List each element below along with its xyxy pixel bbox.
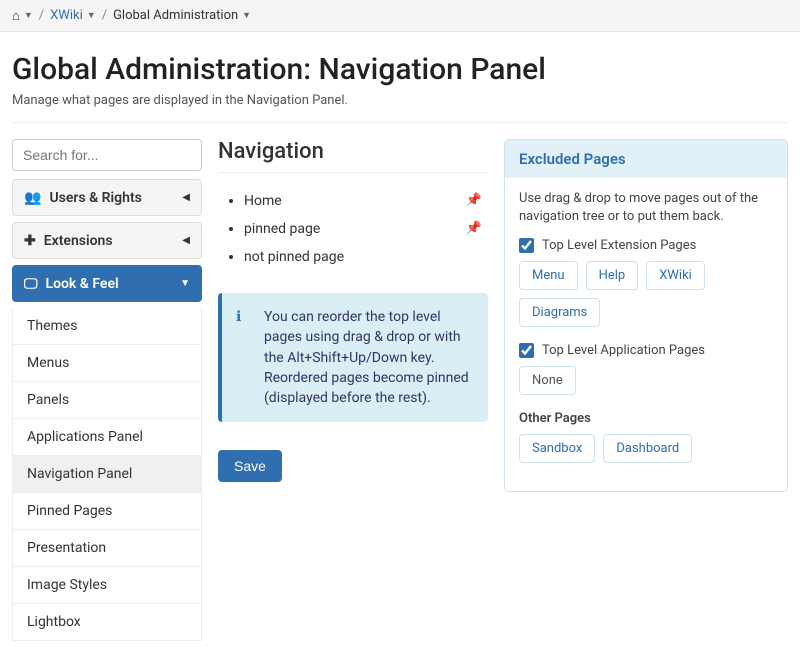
chip-dashboard[interactable]: Dashboard <box>603 434 692 463</box>
sub-menus[interactable]: Menus <box>13 345 201 382</box>
info-text: You can reorder the top level pages usin… <box>264 309 469 406</box>
checkbox-top-extension[interactable] <box>519 238 534 253</box>
chevron-left-icon: ◀ <box>182 192 190 203</box>
nav-item-label: not pinned page <box>244 249 344 265</box>
nav-item-label: pinned page <box>244 221 320 237</box>
chip-diagrams[interactable]: Diagrams <box>519 298 600 327</box>
check-top-application[interactable]: Top Level Application Pages <box>519 343 773 358</box>
pin-icon: 📌 <box>466 193 482 208</box>
menu-users-rights[interactable]: 👥 Users & Rights ◀ <box>12 179 202 216</box>
chevron-down-icon: ▼ <box>242 10 251 21</box>
breadcrumb-xwiki-link[interactable]: XWiki <box>50 8 83 23</box>
check-top-application-label: Top Level Application Pages <box>542 343 705 358</box>
divider <box>12 122 788 123</box>
menu-extensions[interactable]: ✚ Extensions ◀ <box>12 222 202 259</box>
excluded-desc: Use drag & drop to move pages out of the… <box>519 190 773 226</box>
nav-item-pinned[interactable]: pinned page 📌 <box>244 215 488 243</box>
check-top-extension-label: Top Level Extension Pages <box>542 238 696 253</box>
chevron-down-icon: ▼ <box>24 10 33 21</box>
chevron-left-icon: ◀ <box>182 235 190 246</box>
nav-item-label: Home <box>244 193 282 209</box>
nav-item-home[interactable]: Home 📌 <box>244 187 488 215</box>
search-input[interactable] <box>12 139 202 171</box>
pin-icon: 📌 <box>466 221 482 236</box>
save-button[interactable]: Save <box>218 450 282 482</box>
menu-extensions-label: Extensions <box>44 233 113 249</box>
users-icon: 👥 <box>24 189 41 206</box>
sub-navigation-panel[interactable]: Navigation Panel <box>13 456 201 493</box>
breadcrumb-home[interactable]: ⌂ ▼ <box>12 8 33 23</box>
puzzle-icon: ✚ <box>24 232 36 249</box>
breadcrumb: ⌂ ▼ / XWiki ▼ / Global Administration ▼ <box>0 0 800 32</box>
excluded-title: Excluded Pages <box>505 140 787 178</box>
sub-lightbox[interactable]: Lightbox <box>13 604 201 640</box>
chip-xwiki[interactable]: XWiki <box>646 261 705 290</box>
chip-help[interactable]: Help <box>586 261 639 290</box>
other-pages-label: Other Pages <box>519 411 773 426</box>
chevron-down-icon: ▼ <box>180 278 190 289</box>
sub-pinned-pages[interactable]: Pinned Pages <box>13 493 201 530</box>
sub-image-styles[interactable]: Image Styles <box>13 567 201 604</box>
breadcrumb-current[interactable]: Global Administration ▼ <box>113 8 251 23</box>
sub-themes[interactable]: Themes <box>13 308 201 345</box>
breadcrumb-separator: / <box>102 8 107 23</box>
check-top-extension[interactable]: Top Level Extension Pages <box>519 238 773 253</box>
page-subtitle: Manage what pages are displayed in the N… <box>12 93 788 108</box>
sub-panels[interactable]: Panels <box>13 382 201 419</box>
chip-sandbox[interactable]: Sandbox <box>519 434 595 463</box>
menu-look-feel-label: Look & Feel <box>46 276 119 292</box>
chip-none[interactable]: None <box>519 366 576 395</box>
desktop-icon: 🖵 <box>24 275 38 292</box>
sub-applications-panel[interactable]: Applications Panel <box>13 419 201 456</box>
menu-look-feel-submenu: Themes Menus Panels Applications Panel N… <box>12 308 202 641</box>
menu-users-rights-label: Users & Rights <box>49 190 141 206</box>
home-icon: ⌂ <box>12 8 20 23</box>
checkbox-top-application[interactable] <box>519 343 534 358</box>
page-title: Global Administration: Navigation Panel <box>12 52 788 87</box>
menu-look-feel[interactable]: 🖵 Look & Feel ▼ <box>12 265 202 302</box>
chevron-down-icon: ▼ <box>87 10 96 21</box>
chip-menu[interactable]: Menu <box>519 261 578 290</box>
navigation-title: Navigation <box>218 139 488 173</box>
nav-item-not-pinned[interactable]: not pinned page <box>244 243 488 271</box>
info-icon: ℹ <box>236 307 241 327</box>
breadcrumb-xwiki[interactable]: XWiki ▼ <box>50 8 96 23</box>
sub-presentation[interactable]: Presentation <box>13 530 201 567</box>
breadcrumb-current-label: Global Administration <box>113 8 238 23</box>
navigation-list[interactable]: Home 📌 pinned page 📌 not pinned page <box>218 187 488 271</box>
info-box: ℹ You can reorder the top level pages us… <box>218 293 488 422</box>
breadcrumb-separator: / <box>39 8 44 23</box>
excluded-pages-card: Excluded Pages Use drag & drop to move p… <box>504 139 788 492</box>
